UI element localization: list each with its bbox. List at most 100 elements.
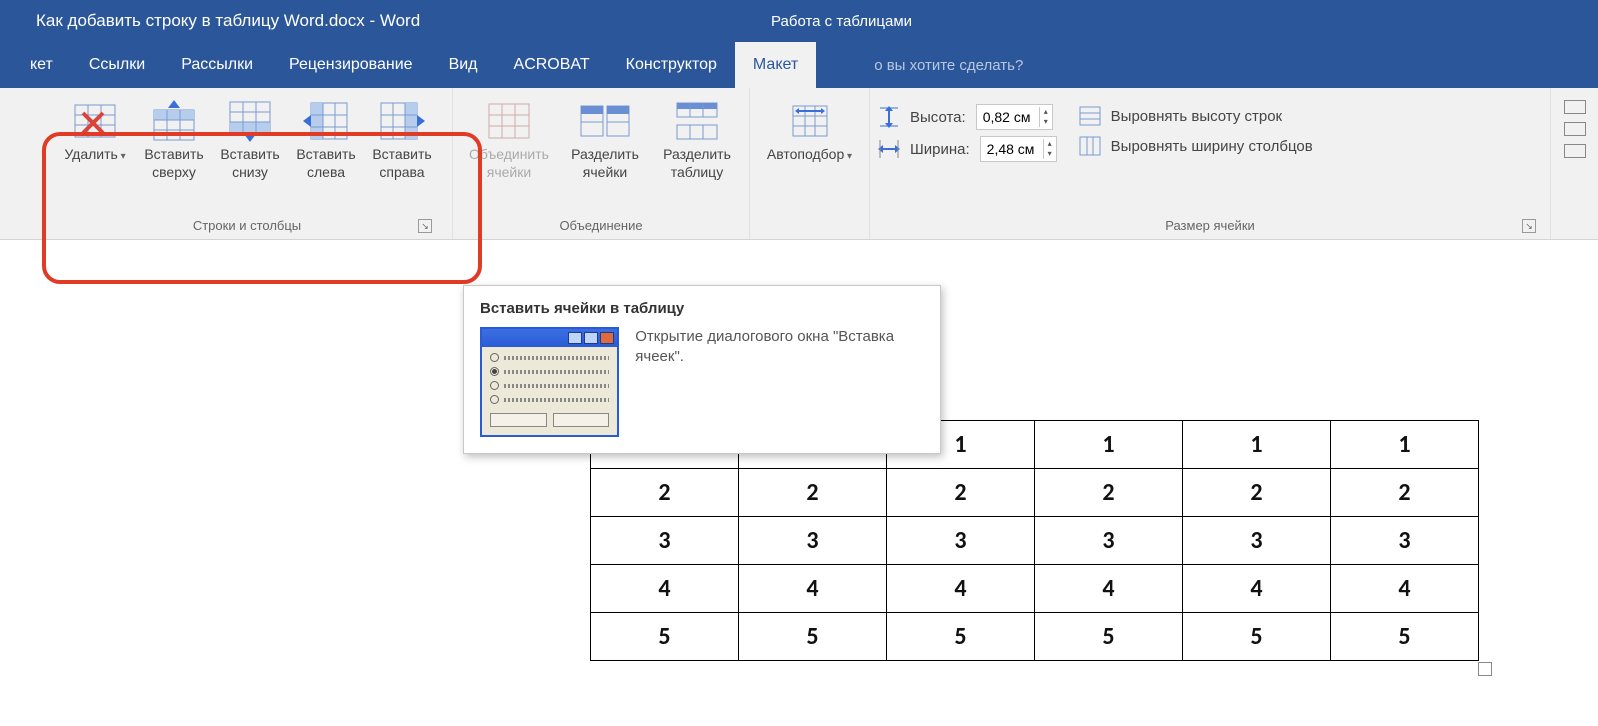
split-table-button[interactable]: Разделитьтаблицу bbox=[653, 94, 741, 181]
distribute-rows-button[interactable]: Выровнять высоту строк bbox=[1079, 106, 1313, 126]
group-label-merge: Объединение bbox=[461, 214, 741, 239]
row-height-input[interactable]: ▴▾ bbox=[976, 104, 1053, 130]
autofit-button[interactable]: Автоподбор bbox=[758, 94, 861, 164]
height-spin-down[interactable]: ▾ bbox=[1040, 117, 1052, 127]
table-cell[interactable]: 5 bbox=[1183, 613, 1331, 661]
insert-left-l1: Вставить bbox=[296, 146, 355, 162]
row-height-value[interactable] bbox=[977, 109, 1039, 125]
table-cell[interactable]: 2 bbox=[1035, 469, 1183, 517]
tab-review[interactable]: Рецензирование bbox=[271, 42, 431, 88]
table-cell[interactable]: 4 bbox=[1183, 565, 1331, 613]
tooltip-title: Вставить ячейки в таблицу bbox=[480, 300, 924, 317]
align-option-2[interactable] bbox=[1564, 122, 1586, 136]
alignment-strip bbox=[1550, 88, 1598, 239]
tab-acrobat[interactable]: ACROBAT bbox=[496, 42, 608, 88]
cell-size-dialog-launcher[interactable]: ↘ bbox=[1522, 219, 1536, 233]
table-cell[interactable]: 3 bbox=[887, 517, 1035, 565]
row-height-icon bbox=[878, 106, 900, 128]
table-row[interactable]: 222222 bbox=[591, 469, 1479, 517]
table-cell[interactable]: 1 bbox=[1331, 421, 1479, 469]
delete-button[interactable]: Удалить bbox=[56, 94, 134, 164]
table-cell[interactable]: 5 bbox=[739, 613, 887, 661]
table-row[interactable]: 333333 bbox=[591, 517, 1479, 565]
table-cell[interactable]: 2 bbox=[1183, 469, 1331, 517]
table-cell[interactable]: 3 bbox=[1183, 517, 1331, 565]
col-width-value[interactable] bbox=[981, 141, 1043, 157]
tooltip-insert-cells: Вставить ячейки в таблицу Открытие диало… bbox=[463, 285, 941, 454]
width-spin-down[interactable]: ▾ bbox=[1044, 149, 1056, 159]
width-label: Ширина: bbox=[910, 141, 970, 158]
group-label-rows-columns: Строки и столбцы ↘ bbox=[56, 214, 438, 239]
table-cell[interactable]: 2 bbox=[1331, 469, 1479, 517]
document-title: Как добавить строку в таблицу Word.docx … bbox=[36, 11, 420, 31]
document-area[interactable]: 111111222222333333444444555555 bbox=[0, 420, 1598, 726]
insert-left-l2: слева bbox=[307, 164, 345, 180]
contextual-tab-table-tools: Работа с таблицами bbox=[733, 0, 1598, 42]
tell-me-search[interactable]: о вы хотите сделать? bbox=[856, 42, 1041, 88]
insert-below-l2: снизу bbox=[232, 164, 268, 180]
merge-cells-icon bbox=[487, 98, 531, 144]
table-cell[interactable]: 2 bbox=[739, 469, 887, 517]
insert-above-l2: сверху bbox=[152, 164, 196, 180]
group-rows-columns: Удалить Вставить сверху Вставить снизу Вст… bbox=[42, 88, 453, 239]
table-cell[interactable]: 1 bbox=[1035, 421, 1183, 469]
autofit-icon bbox=[789, 98, 831, 144]
height-spin-up[interactable]: ▴ bbox=[1040, 107, 1052, 117]
table-cell[interactable]: 4 bbox=[591, 565, 739, 613]
tab-partial[interactable]: кет bbox=[30, 42, 71, 88]
table-cell[interactable]: 5 bbox=[591, 613, 739, 661]
tab-table-design[interactable]: Конструктор bbox=[608, 42, 735, 88]
table-cell[interactable]: 2 bbox=[591, 469, 739, 517]
insert-above-button[interactable]: Вставить сверху bbox=[138, 94, 210, 181]
table-cell[interactable]: 5 bbox=[1035, 613, 1183, 661]
distribute-columns-label: Выровнять ширину столбцов bbox=[1111, 138, 1313, 155]
table-cell[interactable]: 4 bbox=[1331, 565, 1479, 613]
rows-columns-dialog-launcher[interactable]: ↘ bbox=[418, 219, 432, 233]
document-table-body: 111111222222333333444444555555 bbox=[591, 421, 1479, 661]
insert-below-button[interactable]: Вставить снизу bbox=[214, 94, 286, 181]
distribute-columns-icon bbox=[1079, 136, 1101, 156]
table-cell[interactable]: 4 bbox=[1035, 565, 1183, 613]
table-cell[interactable]: 1 bbox=[1183, 421, 1331, 469]
document-table[interactable]: 111111222222333333444444555555 bbox=[590, 420, 1479, 661]
table-cell[interactable]: 4 bbox=[739, 565, 887, 613]
distribute-columns-button[interactable]: Выровнять ширину столбцов bbox=[1079, 136, 1313, 156]
table-cell[interactable]: 4 bbox=[887, 565, 1035, 613]
insert-below-l1: Вставить bbox=[220, 146, 279, 162]
table-row[interactable]: 555555 bbox=[591, 613, 1479, 661]
table-cell[interactable]: 5 bbox=[1331, 613, 1479, 661]
split-cells-icon bbox=[579, 98, 631, 144]
tab-view[interactable]: Вид bbox=[431, 42, 496, 88]
table-tools-label: Работа с таблицами bbox=[771, 13, 912, 30]
tooltip-description: Открытие диалогового окна "Вставка ячеек… bbox=[635, 327, 924, 368]
insert-right-button[interactable]: Вставить справа bbox=[366, 94, 438, 181]
split-cells-button[interactable]: Разделитьячейки bbox=[561, 94, 649, 181]
insert-column-right-icon bbox=[379, 98, 425, 144]
delete-label: Удалить bbox=[64, 146, 125, 164]
insert-row-above-icon bbox=[152, 98, 196, 144]
insert-right-l1: Вставить bbox=[372, 146, 431, 162]
insert-left-button[interactable]: Вставить слева bbox=[290, 94, 362, 181]
table-cell[interactable]: 5 bbox=[887, 613, 1035, 661]
align-option-3[interactable] bbox=[1564, 144, 1586, 158]
ribbon-tabs: кет Ссылки Рассылки Рецензирование Вид A… bbox=[0, 42, 1598, 88]
col-width-input[interactable]: ▴▾ bbox=[980, 136, 1057, 162]
insert-above-l1: Вставить bbox=[144, 146, 203, 162]
delete-table-icon bbox=[73, 98, 117, 144]
tab-table-layout[interactable]: Макет bbox=[735, 42, 816, 88]
insert-row-below-icon bbox=[228, 98, 272, 144]
insert-right-l2: справа bbox=[379, 164, 424, 180]
align-option-1[interactable] bbox=[1564, 100, 1586, 114]
table-resize-handle[interactable] bbox=[1478, 662, 1492, 676]
insert-column-left-icon bbox=[303, 98, 349, 144]
width-spin-up[interactable]: ▴ bbox=[1044, 139, 1056, 149]
table-cell[interactable]: 3 bbox=[739, 517, 887, 565]
table-cell[interactable]: 2 bbox=[887, 469, 1035, 517]
table-cell[interactable]: 3 bbox=[1035, 517, 1183, 565]
tab-mailings[interactable]: Рассылки bbox=[163, 42, 271, 88]
autofit-label: Автоподбор bbox=[767, 146, 852, 164]
tab-references[interactable]: Ссылки bbox=[71, 42, 163, 88]
table-row[interactable]: 444444 bbox=[591, 565, 1479, 613]
table-cell[interactable]: 3 bbox=[591, 517, 739, 565]
table-cell[interactable]: 3 bbox=[1331, 517, 1479, 565]
